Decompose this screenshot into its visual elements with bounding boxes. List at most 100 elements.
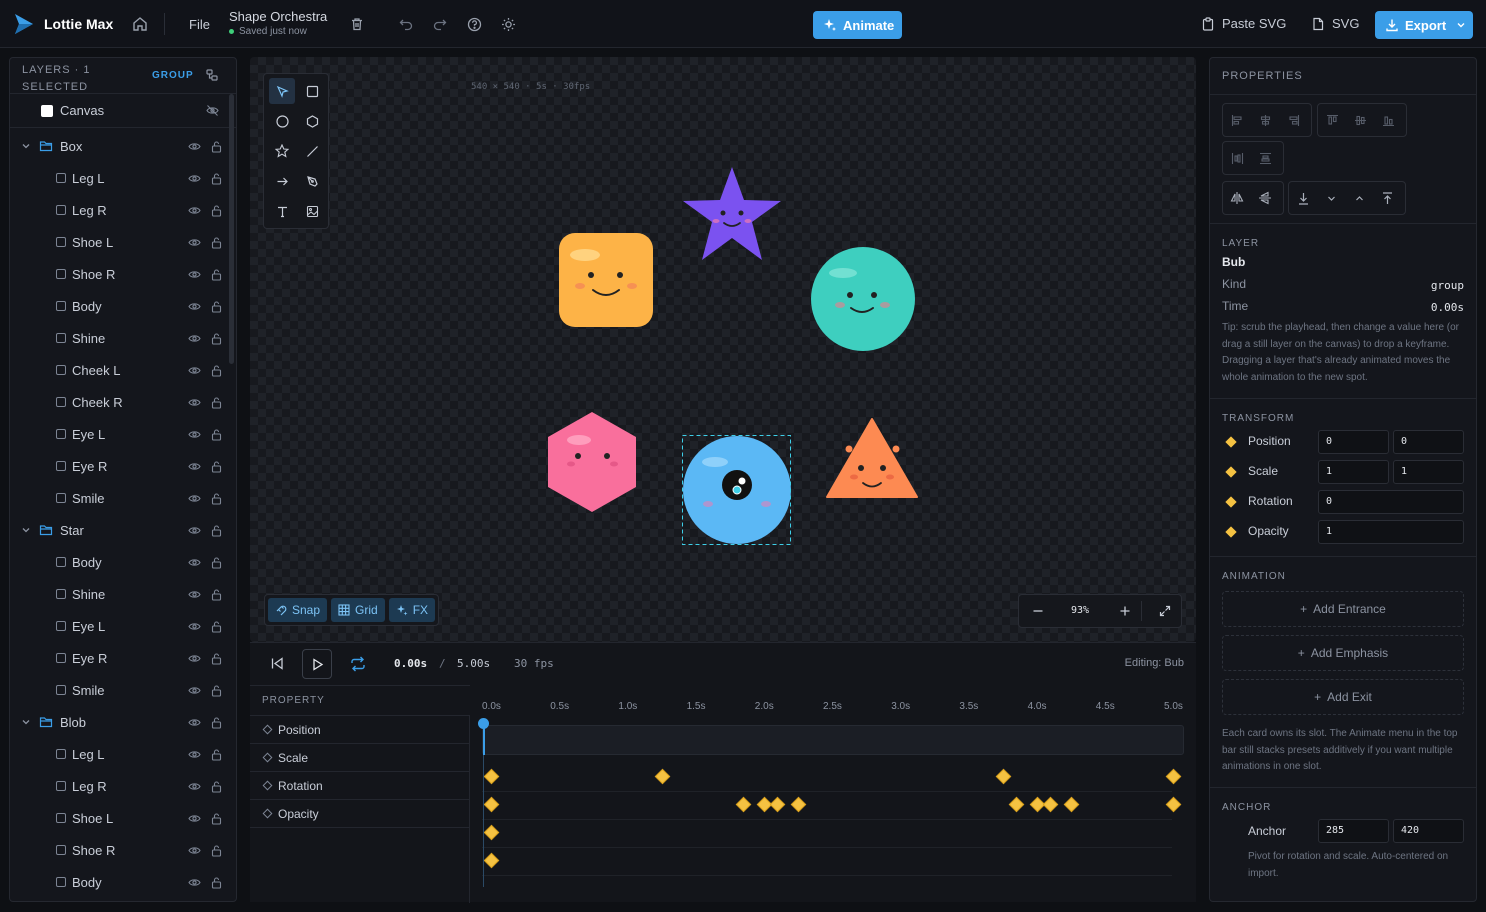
- keyframe-diamond-icon[interactable]: [1225, 436, 1237, 448]
- layer-checkbox[interactable]: [56, 589, 66, 599]
- layer-item-body[interactable]: Body: [10, 546, 228, 578]
- layer-item-eye-r[interactable]: Eye R: [10, 642, 228, 674]
- hexagon-character[interactable]: [548, 412, 636, 512]
- unlock-icon[interactable]: [210, 172, 223, 185]
- unlock-icon[interactable]: [210, 140, 223, 153]
- layer-group-star[interactable]: Star: [10, 514, 228, 546]
- project-title[interactable]: Shape Orchestra: [229, 9, 327, 24]
- layer-checkbox[interactable]: [56, 781, 66, 791]
- keyframe-scale[interactable]: [736, 796, 752, 813]
- layer-item-smile[interactable]: Smile: [10, 482, 228, 514]
- unlock-icon[interactable]: [210, 748, 223, 761]
- layer-checkbox[interactable]: [56, 429, 66, 439]
- eye-icon[interactable]: [188, 396, 201, 409]
- opacity-input[interactable]: 1: [1318, 520, 1464, 544]
- canvas-layer[interactable]: Canvas: [10, 94, 236, 128]
- bub-character[interactable]: [682, 435, 792, 545]
- layer-item-leg-r[interactable]: Leg R: [10, 194, 228, 226]
- canvas-stage[interactable]: 540 × 540 · 5s · 30fps Snap Grid FX 93%: [250, 57, 1196, 642]
- eye-icon[interactable]: [188, 620, 201, 633]
- timeline-property-scale[interactable]: Scale: [250, 743, 470, 771]
- eye-icon[interactable]: [188, 492, 201, 505]
- eye-icon[interactable]: [188, 236, 201, 249]
- layer-item-cheek-r[interactable]: Cheek R: [10, 386, 228, 418]
- eye-icon[interactable]: [188, 428, 201, 441]
- eye-icon[interactable]: [188, 556, 201, 569]
- layers-scrollbar[interactable]: [229, 94, 234, 364]
- eye-icon[interactable]: [188, 140, 201, 153]
- layer-checkbox[interactable]: [56, 813, 66, 823]
- play-button[interactable]: [302, 649, 332, 679]
- unlock-icon[interactable]: [210, 524, 223, 537]
- chevron-down-icon[interactable]: [21, 717, 31, 727]
- eye-icon[interactable]: [188, 684, 201, 697]
- layer-checkbox[interactable]: [56, 333, 66, 343]
- fx-toggle[interactable]: FX: [388, 598, 436, 622]
- unlock-icon[interactable]: [210, 716, 223, 729]
- add-entrance-button[interactable]: + Add Entrance: [1222, 591, 1464, 627]
- distribute-horizontal-icon[interactable]: [1223, 152, 1251, 165]
- layer-checkbox[interactable]: [56, 557, 66, 567]
- skip-to-start-icon[interactable]: [270, 656, 285, 671]
- box-character[interactable]: [559, 233, 653, 327]
- eye-icon[interactable]: [188, 364, 201, 377]
- layer-item-body[interactable]: Body: [10, 866, 228, 898]
- layer-item-shoe-l[interactable]: Shoe L: [10, 226, 228, 258]
- redo-icon[interactable]: [433, 17, 447, 31]
- flip-horizontal-icon[interactable]: [1223, 191, 1251, 205]
- layer-item-eye-r[interactable]: Eye R: [10, 450, 228, 482]
- layer-checkbox[interactable]: [56, 845, 66, 855]
- unlock-icon[interactable]: [210, 844, 223, 857]
- unlock-icon[interactable]: [210, 588, 223, 601]
- layer-checkbox[interactable]: [56, 269, 66, 279]
- layer-item-leg-l[interactable]: Leg L: [10, 162, 228, 194]
- align-center-h-icon[interactable]: [1251, 114, 1279, 127]
- keyframe-scale[interactable]: [483, 796, 500, 813]
- zoom-out-icon[interactable]: [1032, 605, 1044, 617]
- star-character[interactable]: [683, 167, 781, 260]
- unlock-icon[interactable]: [210, 236, 223, 249]
- keyframe-rotation[interactable]: [483, 824, 500, 841]
- app-logo[interactable]: Lottie Max: [12, 12, 113, 36]
- align-top-icon[interactable]: [1318, 114, 1346, 127]
- timeline-property-opacity[interactable]: Opacity: [250, 799, 470, 827]
- keyframe-diamond-icon[interactable]: [262, 808, 273, 819]
- keyframe-scale[interactable]: [790, 796, 807, 813]
- eye-icon[interactable]: [188, 748, 201, 761]
- eye-icon[interactable]: [188, 716, 201, 729]
- unlock-icon[interactable]: [210, 556, 223, 569]
- layer-item-shine[interactable]: Shine: [10, 322, 228, 354]
- send-to-back-icon[interactable]: [1289, 192, 1317, 205]
- layer-item-cheek-l[interactable]: Cheek L: [10, 354, 228, 386]
- unlock-icon[interactable]: [210, 492, 223, 505]
- triangle-character[interactable]: [826, 418, 918, 498]
- eye-icon[interactable]: [188, 780, 201, 793]
- anchor-x-input[interactable]: 285: [1318, 819, 1389, 843]
- grid-toggle[interactable]: Grid: [331, 598, 385, 622]
- flip-vertical-icon[interactable]: [1251, 191, 1279, 205]
- unlock-icon[interactable]: [210, 428, 223, 441]
- layer-checkbox[interactable]: [56, 205, 66, 215]
- layer-item-smile[interactable]: Smile: [10, 674, 228, 706]
- layer-checkbox[interactable]: [56, 365, 66, 375]
- layer-checkbox[interactable]: [56, 621, 66, 631]
- align-bottom-icon[interactable]: [1374, 114, 1402, 127]
- eye-icon[interactable]: [188, 588, 201, 601]
- undo-icon[interactable]: [399, 17, 413, 31]
- keyframe-opacity[interactable]: [483, 852, 500, 869]
- unlock-icon[interactable]: [210, 204, 223, 217]
- anchor-y-input[interactable]: 420: [1393, 819, 1464, 843]
- send-backward-icon[interactable]: [1317, 192, 1345, 205]
- layer-checkbox[interactable]: [56, 237, 66, 247]
- eye-icon[interactable]: [188, 172, 201, 185]
- position-x-input[interactable]: 0: [1318, 430, 1389, 454]
- home-icon[interactable]: [132, 16, 148, 32]
- add-exit-button[interactable]: + Add Exit: [1222, 679, 1464, 715]
- chevron-down-icon[interactable]: [21, 141, 31, 151]
- align-left-icon[interactable]: [1223, 114, 1251, 127]
- blob-character[interactable]: [811, 247, 915, 351]
- unlock-icon[interactable]: [210, 876, 223, 889]
- unlock-icon[interactable]: [210, 684, 223, 697]
- add-emphasis-button[interactable]: + Add Emphasis: [1222, 635, 1464, 671]
- eye-icon[interactable]: [188, 300, 201, 313]
